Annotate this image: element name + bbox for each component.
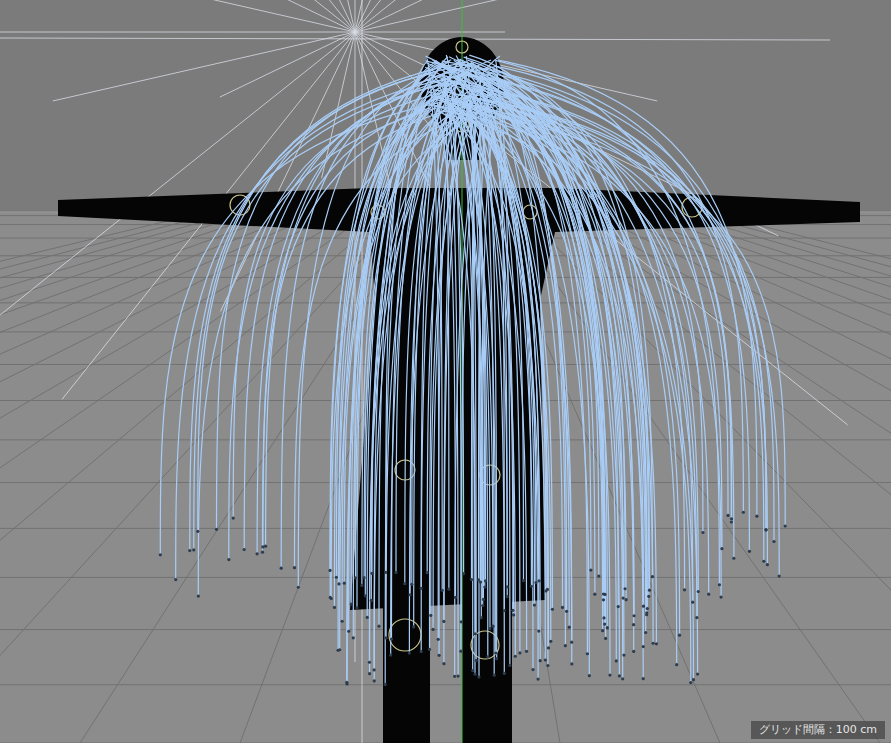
- viewport[interactable]: グリッド間隔：100 cm: [0, 0, 891, 743]
- hair-tips: [159, 511, 787, 686]
- hair-guides[interactable]: [160, 55, 785, 684]
- grid-spacing-label: グリッド間隔：100 cm: [751, 721, 885, 739]
- scene-canvas[interactable]: [0, 0, 891, 743]
- character[interactable]: [58, 37, 860, 743]
- light-icon[interactable]: [0, 0, 891, 743]
- joints[interactable]: [230, 41, 702, 659]
